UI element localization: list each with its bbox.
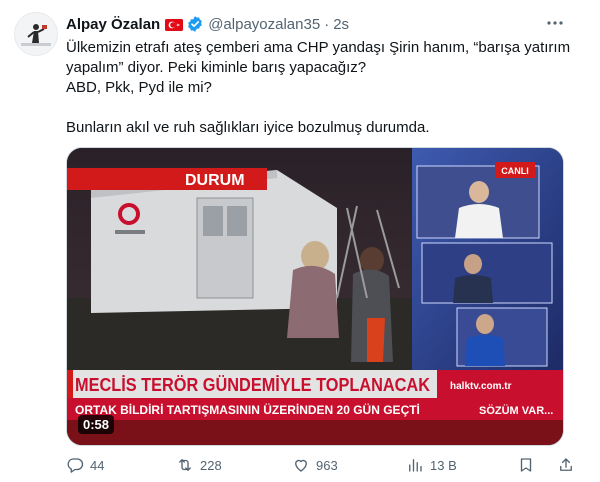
video-headline: MECLİS TERÖR GÜNDEMİYLE TOPLANACAK [75, 375, 430, 395]
video-player[interactable]: DURUM CANLI MECLİS TERÖR GÜNDEMİYLE TOPL… [66, 147, 564, 446]
verified-badge-icon [186, 15, 204, 33]
author-handle[interactable]: @alpayozalan35 [208, 16, 320, 33]
more-options-icon[interactable] [545, 13, 565, 33]
retweet-count: 228 [200, 457, 222, 473]
like-button[interactable]: 963 [292, 456, 338, 474]
timestamp[interactable]: 2s [333, 16, 349, 33]
tweet-text-line: Bunların akıl ve ruh sağlıkları iyice bo… [66, 119, 430, 136]
channel-logo: halktv.com.tr [450, 381, 512, 392]
video-frame: DURUM CANLI MECLİS TERÖR GÜNDEMİYLE TOPL… [67, 148, 563, 445]
share-button[interactable] [557, 456, 581, 474]
avatar[interactable] [14, 12, 58, 56]
video-top-banner: DURUM [185, 172, 245, 189]
tweet-header: Alpay Özalan @alpayozalan35 · 2s [66, 14, 349, 34]
views-count: 13 B [430, 457, 457, 473]
video-subheadline: ORTAK BİLDİRİ TARTIŞMASININ ÜZERİNDEN 20… [75, 402, 420, 417]
tweet[interactable]: Alpay Özalan @alpayozalan35 · 2s Ülkemiz… [0, 0, 600, 482]
share-icon [560, 458, 572, 471]
video-duration: 0:58 [78, 415, 115, 434]
avatar-image [15, 13, 57, 55]
tweet-text-line: yapalım” diyor. Peki kiminle barış yapac… [66, 59, 367, 76]
turkey-flag-icon [165, 18, 184, 31]
views-icon [409, 459, 422, 472]
reply-count: 44 [90, 457, 105, 473]
live-badge: CANLI [501, 166, 529, 176]
separator-dot: · [324, 15, 330, 33]
author-name[interactable]: Alpay Özalan [66, 16, 160, 33]
like-icon [295, 459, 307, 472]
action-bar: 44 228 963 13 B [66, 456, 576, 478]
bookmark-button[interactable] [517, 456, 541, 474]
reply-button[interactable]: 44 [66, 456, 104, 474]
reply-icon [67, 458, 84, 473]
tweet-text-line: ABD, Pkk, Pyd ile mi? [66, 79, 212, 96]
bookmark-icon [520, 458, 532, 472]
views-button[interactable]: 13 B [406, 456, 457, 474]
tweet-text: Ülkemizin etrafı ateş çemberi ama CHP ya… [66, 38, 576, 138]
retweet-icon [179, 459, 191, 471]
tweet-text-line: Ülkemizin etrafı ateş çemberi ama CHP ya… [66, 39, 571, 56]
program-name: SÖZÜM VAR... [479, 404, 553, 417]
like-count: 963 [316, 457, 338, 473]
retweet-button[interactable]: 228 [176, 456, 222, 474]
